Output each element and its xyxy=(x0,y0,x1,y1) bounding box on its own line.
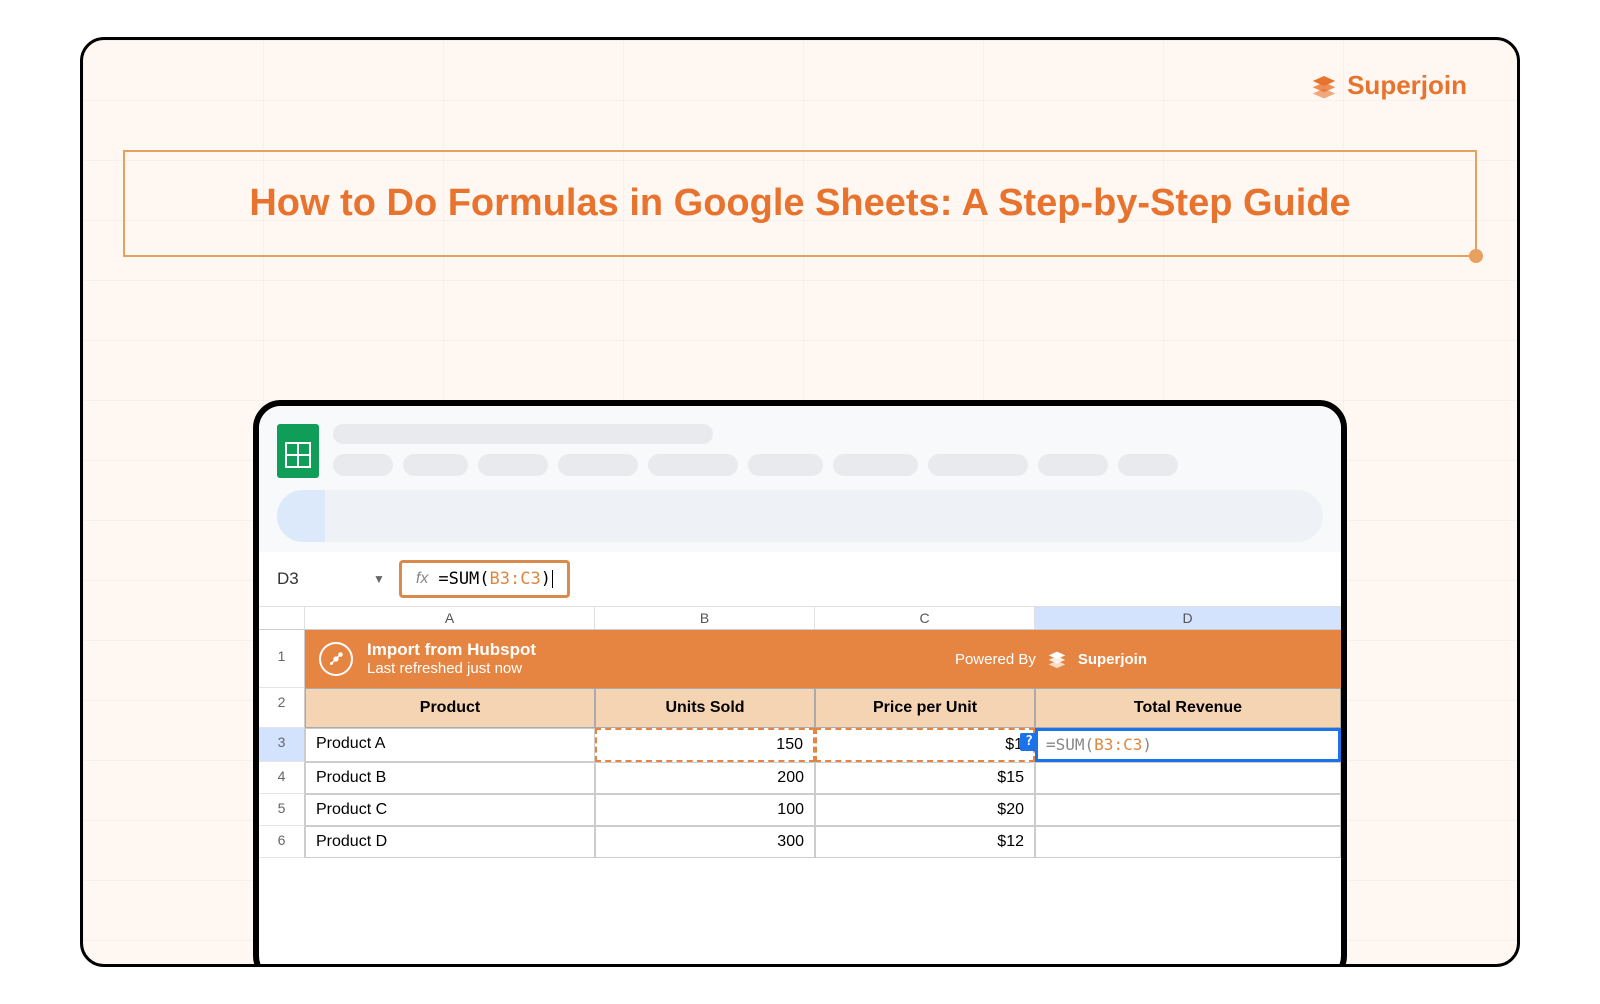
formula-input-highlight[interactable]: fx =SUM(B3:C3) xyxy=(399,560,570,598)
cell-c4[interactable]: $15 xyxy=(815,762,1035,794)
row-2: 2 Product Units Sold Price per Unit Tota… xyxy=(259,688,1341,728)
formula-text[interactable]: =SUM(B3:C3) xyxy=(438,569,553,589)
col-header-c[interactable]: C xyxy=(815,607,1035,629)
row-1: 1 Import from Hubspot Last refreshed jus… xyxy=(259,630,1341,688)
row-6: 6 Product D 300 $12 xyxy=(259,826,1341,858)
superjoin-icon xyxy=(1309,71,1339,101)
menu-item-skeleton xyxy=(333,454,393,476)
brand-logo: Superjoin xyxy=(1309,70,1467,101)
row-header-1[interactable]: 1 xyxy=(259,630,305,688)
cell-b6[interactable]: 300 xyxy=(595,826,815,858)
text-cursor xyxy=(552,570,553,588)
name-box-dropdown-icon[interactable]: ▼ xyxy=(373,572,385,586)
cell-a5[interactable]: Product C xyxy=(305,794,595,826)
menu-item-skeleton xyxy=(478,454,548,476)
cell-b3[interactable]: 150 xyxy=(595,728,815,762)
banner-title: Import from Hubspot xyxy=(367,640,536,660)
cell-a3[interactable]: Product A xyxy=(305,728,595,762)
name-box[interactable]: D3 xyxy=(269,569,359,589)
menu-item-skeleton xyxy=(648,454,738,476)
row-header-6[interactable]: 6 xyxy=(259,826,305,858)
spreadsheet-mockup: D3 ▼ fx =SUM(B3:C3) A B C D 1 xyxy=(253,400,1347,967)
powered-brand: Superjoin xyxy=(1078,651,1147,668)
row-5: 5 Product C 100 $20 xyxy=(259,794,1341,826)
row-header-5[interactable]: 5 xyxy=(259,794,305,826)
col-header-a[interactable]: A xyxy=(305,607,595,629)
cell-d3-active[interactable]: ? =SUM(B3:C3) xyxy=(1035,728,1341,762)
formula-bar[interactable]: D3 ▼ fx =SUM(B3:C3) xyxy=(259,552,1341,607)
col-header-b[interactable]: B xyxy=(595,607,815,629)
import-banner[interactable]: Import from Hubspot Last refreshed just … xyxy=(305,630,1341,688)
title-container: How to Do Formulas in Google Sheets: A S… xyxy=(123,150,1477,257)
toolbar-skeleton xyxy=(277,490,1323,542)
banner-subtitle: Last refreshed just now xyxy=(367,660,536,678)
formula-help-icon[interactable]: ? xyxy=(1020,733,1038,751)
cell-d6[interactable] xyxy=(1035,826,1341,858)
brand-name: Superjoin xyxy=(1347,70,1467,101)
menu-item-skeleton xyxy=(928,454,1028,476)
cell-c5[interactable]: $20 xyxy=(815,794,1035,826)
select-all-corner[interactable] xyxy=(259,607,305,629)
doc-title-skeleton xyxy=(333,424,713,444)
menu-item-skeleton xyxy=(748,454,823,476)
cell-c6[interactable]: $12 xyxy=(815,826,1035,858)
cell-d5[interactable] xyxy=(1035,794,1341,826)
tutorial-card: Superjoin How to Do Formulas in Google S… xyxy=(80,37,1520,967)
menu-item-skeleton xyxy=(558,454,638,476)
header-price[interactable]: Price per Unit xyxy=(815,688,1035,728)
cell-b5[interactable]: 100 xyxy=(595,794,815,826)
cell-b4[interactable]: 200 xyxy=(595,762,815,794)
header-revenue[interactable]: Total Revenue xyxy=(1035,688,1341,728)
menu-item-skeleton xyxy=(1118,454,1178,476)
column-headers[interactable]: A B C D xyxy=(259,607,1341,630)
toolbar-accent xyxy=(277,490,325,542)
row-header-2[interactable]: 2 xyxy=(259,688,305,728)
menu-item-skeleton xyxy=(833,454,918,476)
row-header-3[interactable]: 3 xyxy=(259,728,305,762)
hubspot-icon xyxy=(319,642,353,676)
header-product[interactable]: Product xyxy=(305,688,595,728)
powered-label: Powered By xyxy=(955,651,1036,668)
fx-icon: fx xyxy=(416,570,428,588)
page-title: How to Do Formulas in Google Sheets: A S… xyxy=(145,182,1455,225)
cell-a4[interactable]: Product B xyxy=(305,762,595,794)
google-sheets-icon xyxy=(277,424,319,478)
menu-item-skeleton xyxy=(403,454,468,476)
cell-a6[interactable]: Product D xyxy=(305,826,595,858)
row-3: 3 Product A 150 $1 ? =SUM(B3:C3) xyxy=(259,728,1341,762)
col-header-d[interactable]: D xyxy=(1035,607,1341,629)
powered-by: Powered By Superjoin xyxy=(955,648,1147,670)
row-4: 4 Product B 200 $15 xyxy=(259,762,1341,794)
row-header-4[interactable]: 4 xyxy=(259,762,305,794)
sheet-chrome-header xyxy=(259,406,1341,552)
cell-d4[interactable] xyxy=(1035,762,1341,794)
cell-c3[interactable]: $1 xyxy=(815,728,1035,762)
menu-item-skeleton xyxy=(1038,454,1108,476)
menu-skeleton xyxy=(333,454,1323,476)
sheet-grid[interactable]: 1 Import from Hubspot Last refreshed jus… xyxy=(259,630,1341,858)
superjoin-icon-small xyxy=(1046,648,1068,670)
header-units[interactable]: Units Sold xyxy=(595,688,815,728)
